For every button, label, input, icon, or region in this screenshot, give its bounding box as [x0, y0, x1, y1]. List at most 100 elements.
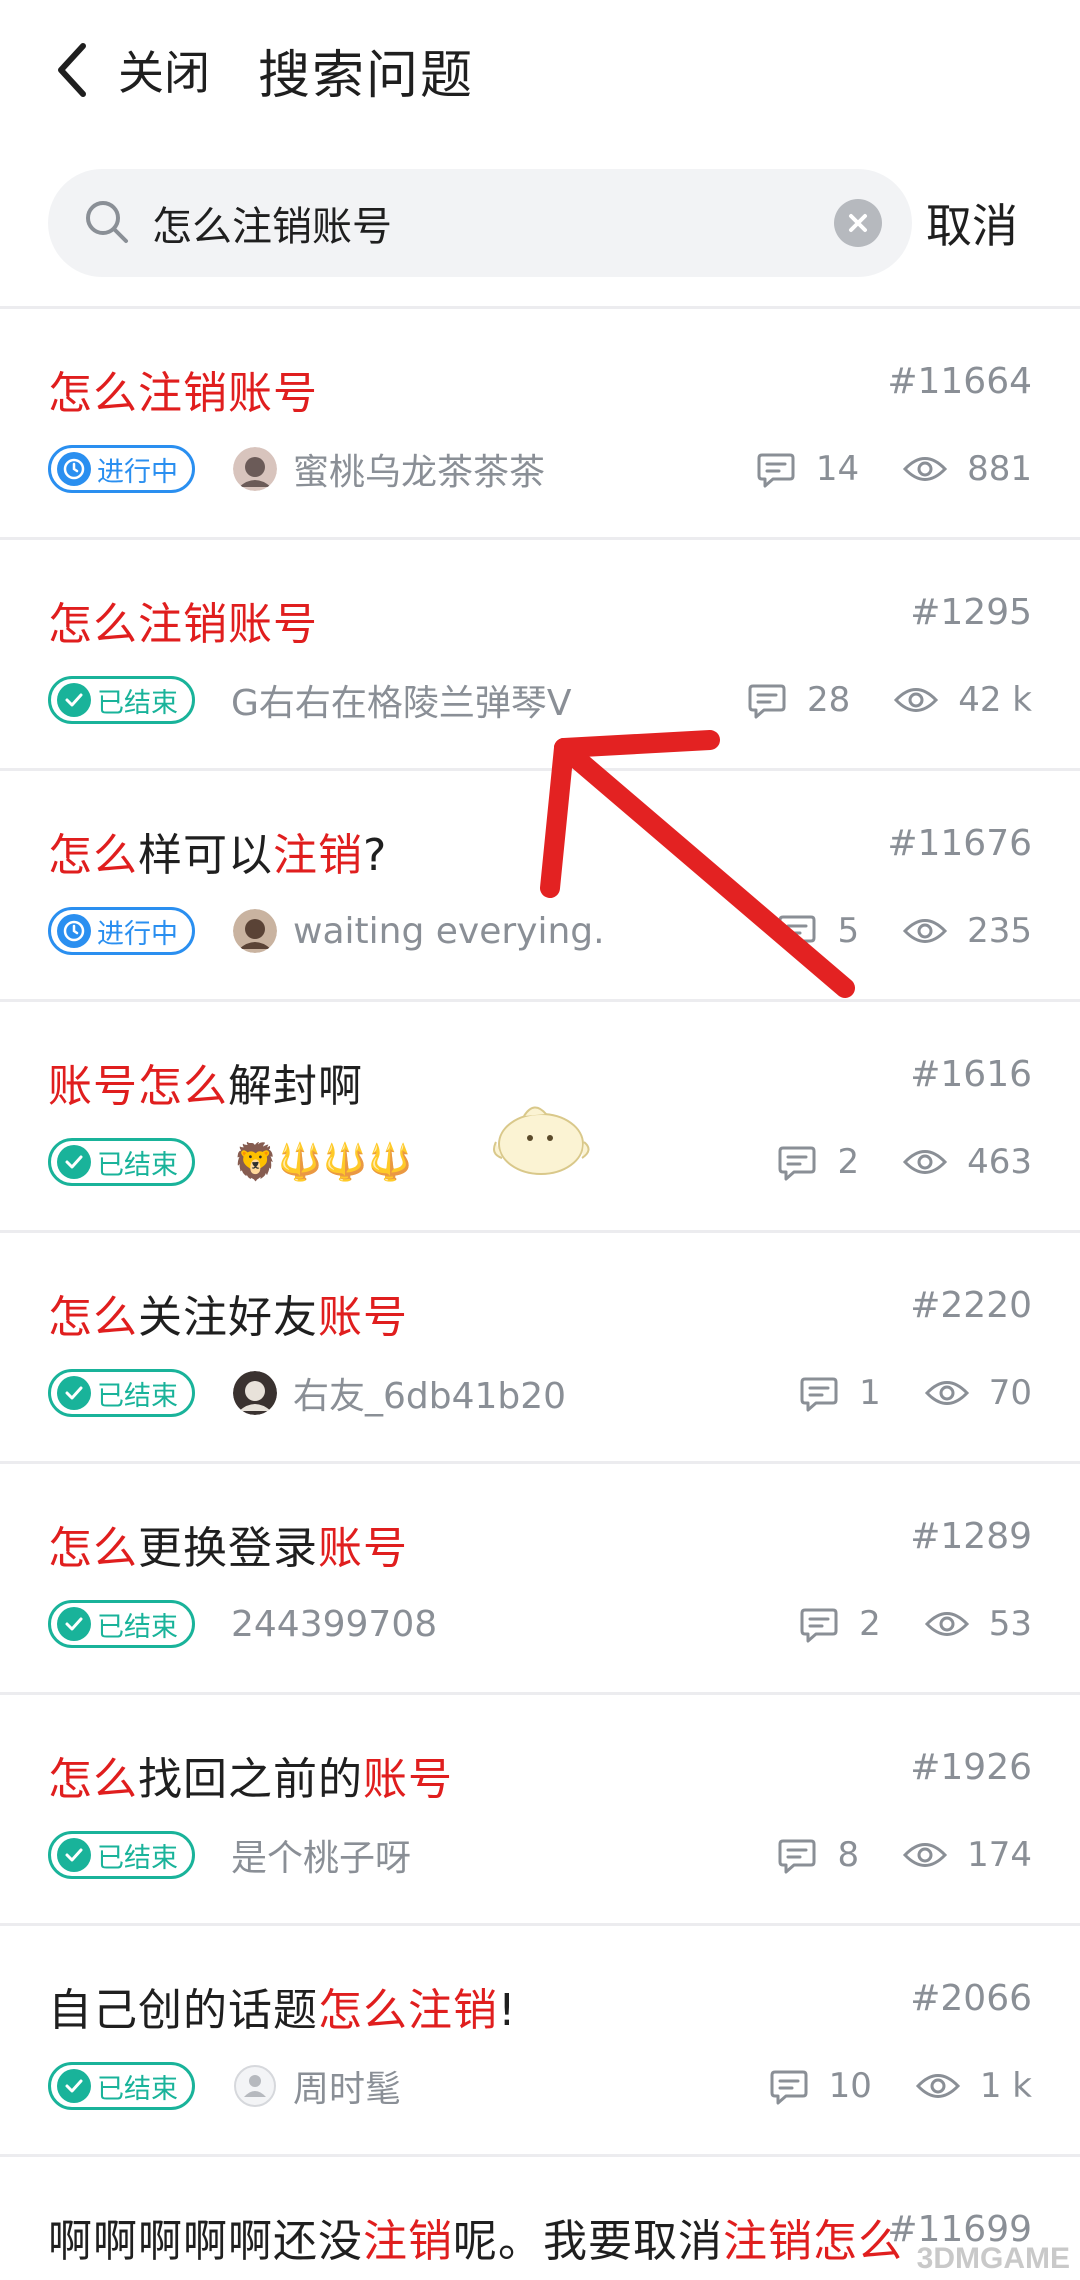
status-label: 进行中 — [97, 918, 178, 950]
question-item[interactable]: 自己创的话题怎么注销! #2066 已结束 周时髦 10 1 k — [0, 1926, 1080, 2157]
clear-icon[interactable] — [834, 199, 882, 247]
close-button[interactable]: 关闭 — [118, 37, 210, 103]
watermark: 3DMGAME — [916, 2242, 1070, 2275]
view-count-value: 42 k — [958, 680, 1032, 720]
question-id: #11676 — [887, 823, 1032, 864]
comment-count: 10 — [769, 2066, 872, 2106]
view-count-value: 174 — [967, 1835, 1032, 1875]
eye-icon — [903, 1838, 948, 1872]
status-badge: 进行中 — [48, 907, 195, 955]
status-label: 已结束 — [97, 1611, 178, 1643]
title-text: 啊啊啊啊啊还没 — [48, 2216, 363, 2267]
view-count-value: 1 k — [979, 2066, 1032, 2106]
question-item[interactable]: 怎么关注好友账号 #2220 已结束 右友_6db41b20 1 70 — [0, 1233, 1080, 1464]
comment-count-value: 8 — [837, 1835, 860, 1875]
view-count-value: 235 — [967, 911, 1032, 951]
comment-icon — [747, 680, 787, 720]
view-count-value: 881 — [967, 449, 1032, 489]
question-title: 怎么更换登录账号 — [48, 1512, 408, 1576]
check-icon — [57, 1607, 91, 1641]
question-id: #1926 — [910, 1747, 1032, 1788]
view-count-value: 463 — [967, 1142, 1032, 1182]
avatar[interactable] — [233, 1371, 277, 1415]
title-text: 样可以 — [138, 830, 273, 881]
check-icon — [57, 1838, 91, 1872]
view-count-value: 70 — [988, 1373, 1032, 1413]
author-name[interactable]: G右右在格陵兰弹琴V — [231, 674, 572, 726]
status-badge: 已结束 — [48, 1831, 195, 1879]
status-label: 进行中 — [97, 456, 178, 488]
eye-icon — [915, 2069, 960, 2103]
question-title: 怎么关注好友账号 — [48, 1281, 408, 1345]
author-name[interactable]: 是个桃子呀 — [231, 1829, 411, 1881]
question-title: 怎么注销账号 — [48, 357, 318, 421]
question-meta: 进行中 蜜桃乌龙茶茶茶 14 881 — [48, 441, 1032, 497]
author-name[interactable]: 244399708 — [231, 1604, 437, 1645]
status-badge: 已结束 — [48, 1369, 195, 1417]
author-name[interactable]: 🦁🔱🔱🔱 — [233, 1141, 412, 1183]
question-title: 啊啊啊啊啊还没注销呢。我要取消注销怎么 — [48, 2205, 903, 2269]
clock-icon — [57, 914, 91, 948]
title-text: ! — [498, 1985, 517, 2036]
highlight-text: 注销 — [363, 2216, 453, 2267]
status-label: 已结束 — [97, 1842, 178, 1874]
question-id: #1616 — [910, 1054, 1032, 1095]
comment-icon — [777, 911, 817, 951]
comment-count-value: 28 — [806, 680, 851, 720]
author-name[interactable]: waiting everying. — [293, 911, 605, 952]
author-name[interactable]: 右友_6db41b20 — [293, 1367, 566, 1419]
eye-icon — [903, 914, 948, 948]
search-bar: 取消 — [0, 140, 1080, 306]
check-icon — [57, 683, 91, 717]
question-item[interactable]: 怎么样可以注销? #11676 进行中 waiting everying. 5 235 — [0, 771, 1080, 1002]
highlight-text: 账号怎么 — [48, 1061, 228, 1112]
author-name[interactable]: 蜜桃乌龙茶茶茶 — [293, 443, 545, 495]
top-bar: 关闭 搜索问题 — [0, 0, 1080, 140]
question-item[interactable]: 怎么注销账号 #11664 进行中 蜜桃乌龙茶茶茶 14 881 — [0, 309, 1080, 540]
comment-icon — [777, 1835, 817, 1875]
question-meta: 进行中 waiting everying. 5 235 — [48, 903, 1032, 959]
avatar[interactable] — [233, 2064, 277, 2108]
page-title: 搜索问题 — [258, 45, 475, 106]
clock-icon — [57, 452, 91, 486]
author-name[interactable]: 周时髦 — [293, 2060, 401, 2112]
status-badge: 进行中 — [48, 445, 195, 493]
view-count: 463 — [903, 1142, 1032, 1182]
question-item[interactable]: 怎么注销账号 #1295 已结束 G右右在格陵兰弹琴V 28 42 k — [0, 540, 1080, 771]
comment-count: 2 — [799, 1604, 881, 1644]
search-input[interactable] — [152, 169, 834, 277]
eye-icon — [924, 1607, 969, 1641]
question-item[interactable]: 怎么找回之前的账号 #1926 已结束 是个桃子呀 8 174 — [0, 1695, 1080, 1926]
view-count: 70 — [924, 1373, 1032, 1413]
question-id: #1289 — [910, 1516, 1032, 1557]
cancel-button[interactable]: 取消 — [926, 190, 1018, 256]
status-label: 已结束 — [97, 1380, 178, 1412]
comment-icon — [799, 1604, 839, 1644]
title-text: 自己创的话题 — [48, 1985, 318, 2036]
view-count: 881 — [903, 449, 1032, 489]
view-count: 42 k — [894, 680, 1032, 720]
avatar[interactable] — [233, 447, 277, 491]
status-badge: 已结束 — [48, 1138, 195, 1186]
eye-icon — [903, 452, 948, 486]
comment-count: 14 — [756, 449, 859, 489]
comment-count: 28 — [747, 680, 850, 720]
comment-icon — [799, 1373, 839, 1413]
highlight-text: 怎么注销账号 — [48, 368, 318, 419]
back-icon[interactable] — [48, 40, 96, 100]
highlight-text: 怎么 — [48, 1523, 138, 1574]
question-item[interactable]: 怎么更换登录账号 #1289 已结束 244399708 2 53 — [0, 1464, 1080, 1695]
comment-count: 2 — [777, 1142, 859, 1182]
status-badge: 已结束 — [48, 2062, 195, 2110]
question-id: #2220 — [910, 1285, 1032, 1326]
comment-icon — [777, 1142, 817, 1182]
comment-count: 8 — [777, 1835, 859, 1875]
comment-count: 5 — [777, 911, 859, 951]
title-text: ? — [363, 830, 388, 881]
comment-count: 1 — [799, 1373, 881, 1413]
avatar[interactable] — [233, 909, 277, 953]
question-meta: 已结束 244399708 2 53 — [48, 1596, 1032, 1652]
highlight-text: 账号 — [363, 1754, 453, 1805]
question-list: 怎么注销账号 #11664 进行中 蜜桃乌龙茶茶茶 14 881 怎么注销账号 #1295 已结… — [0, 309, 1080, 2280]
search-icon — [82, 197, 130, 249]
